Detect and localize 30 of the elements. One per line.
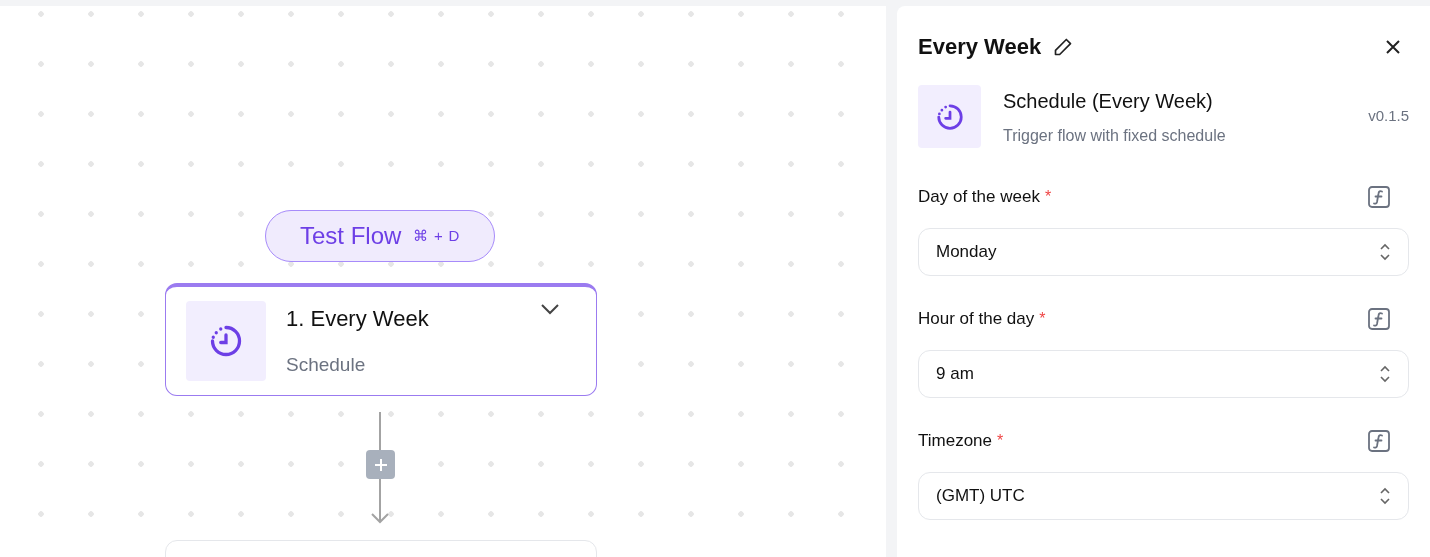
plus-icon bbox=[373, 457, 388, 472]
piece-description: Trigger flow with fixed schedule bbox=[1003, 125, 1227, 146]
updown-caret-icon bbox=[1379, 487, 1391, 505]
formula-icon[interactable] bbox=[1367, 307, 1391, 331]
field-label: Hour of the day bbox=[918, 308, 1035, 331]
select-field[interactable]: 9 am bbox=[918, 350, 1409, 398]
updown-caret-icon bbox=[1379, 365, 1391, 383]
step-title: 1. Every Week bbox=[286, 305, 430, 334]
test-flow-button[interactable]: Test Flow ⌘ + D bbox=[265, 210, 495, 262]
timer-icon bbox=[208, 323, 244, 359]
timer-icon bbox=[934, 101, 965, 132]
field-label: Timezone bbox=[918, 430, 992, 453]
field-label: Day of the week bbox=[918, 186, 1040, 209]
formula-icon[interactable] bbox=[1367, 185, 1391, 209]
updown-caret-icon bbox=[1379, 243, 1391, 261]
pencil-icon[interactable] bbox=[1053, 36, 1074, 57]
formula-icon[interactable] bbox=[1367, 429, 1391, 453]
step-subtitle: Schedule bbox=[286, 353, 367, 378]
piece-name: Schedule (Every Week) bbox=[1003, 88, 1214, 114]
close-icon[interactable] bbox=[1386, 39, 1400, 54]
panel-title: Every Week bbox=[918, 33, 1042, 61]
version-label: v0.1.5 bbox=[1368, 106, 1409, 127]
chevron-down-icon[interactable] bbox=[540, 303, 560, 315]
required-mark: * bbox=[1044, 187, 1052, 207]
step-card[interactable]: 1. Every Week Schedule bbox=[165, 283, 597, 396]
select-field[interactable]: Monday bbox=[918, 228, 1409, 276]
required-mark: * bbox=[1039, 309, 1046, 329]
required-mark: * bbox=[997, 431, 1004, 451]
select-field[interactable]: (GMT) UTC bbox=[918, 472, 1409, 520]
shortcut-hint: ⌘ + D bbox=[413, 225, 460, 246]
